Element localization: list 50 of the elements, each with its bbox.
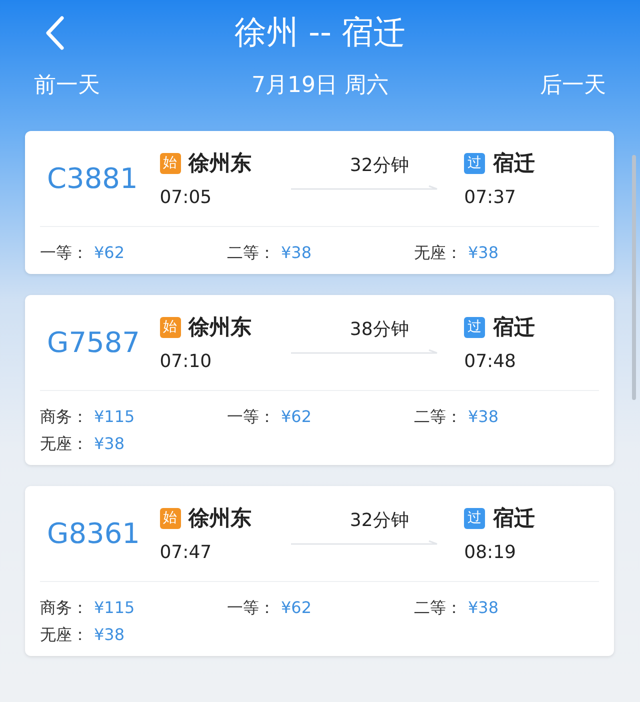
- train-card[interactable]: C3881 始 徐州东 07:05 32分钟 过 宿迁 07:37 一等： ¥62 二等： ¥38 无座： ¥38: [25, 131, 614, 274]
- seat-class: 二等：: [414, 598, 463, 619]
- seat-class: 商务：: [40, 598, 89, 619]
- station-name: 宿迁: [493, 314, 536, 341]
- time-text: 08:19: [464, 542, 518, 563]
- station-name: 徐州东: [188, 505, 252, 532]
- time-text: 07:48: [464, 351, 518, 372]
- seat-class: 无座：: [414, 243, 463, 264]
- price-text: ¥38: [94, 625, 125, 646]
- time-text: 07:47: [160, 542, 213, 563]
- duration-text: 38分钟: [350, 318, 409, 340]
- time-text: 07:10: [160, 351, 213, 372]
- seat-class: 二等：: [414, 407, 463, 428]
- price-text: ¥62: [281, 407, 312, 428]
- seat-class: 无座：: [40, 625, 89, 646]
- train-number: C3881: [46, 162, 139, 195]
- price-text: ¥115: [94, 407, 135, 428]
- route-title: 徐州 -- 宿迁: [234, 12, 406, 53]
- station-badge: 过: [464, 508, 486, 528]
- station-name: 徐州东: [188, 314, 252, 341]
- station-name: 宿迁: [493, 505, 536, 532]
- seat-class: 一等：: [40, 243, 89, 264]
- price-text: ¥38: [281, 243, 312, 264]
- station-name: 徐州东: [188, 150, 252, 177]
- price-text: ¥115: [94, 598, 135, 619]
- station-name: 宿迁: [493, 150, 536, 177]
- seat-class: 一等：: [227, 407, 276, 428]
- price-text: ¥62: [94, 243, 125, 264]
- price-text: ¥38: [468, 243, 499, 264]
- time-text: 07:37: [464, 187, 518, 208]
- seat-class: 一等：: [227, 598, 276, 619]
- train-number: G7587: [46, 326, 141, 359]
- train-number: G8361: [46, 517, 141, 550]
- duration-text: 32分钟: [350, 154, 409, 176]
- seat-class: 二等：: [227, 243, 276, 264]
- time-text: 07:05: [160, 187, 213, 208]
- station-badge: 始: [160, 152, 181, 174]
- price-text: ¥38: [468, 598, 499, 619]
- price-text: ¥62: [281, 598, 312, 619]
- station-badge: 过: [464, 316, 486, 338]
- train-card[interactable]: G7587 始 徐州东 07:10 38分钟 过 宿迁 07:48 商务： ¥115 一等： ¥62 二等： ¥38 无座： ¥38: [25, 295, 614, 465]
- seat-class: 无座：: [40, 434, 89, 455]
- seat-class: 商务：: [40, 407, 89, 428]
- train-card[interactable]: G8361 始 徐州东 07:47 32分钟 过 宿迁 08:19 商务： ¥115 一等： ¥62 二等： ¥38 无座： ¥38: [25, 486, 614, 656]
- price-text: ¥38: [94, 434, 125, 455]
- station-badge: 过: [464, 152, 486, 174]
- station-badge: 始: [160, 316, 181, 338]
- station-badge: 始: [160, 508, 181, 528]
- price-text: ¥38: [468, 407, 499, 428]
- duration-text: 32分钟: [350, 508, 409, 532]
